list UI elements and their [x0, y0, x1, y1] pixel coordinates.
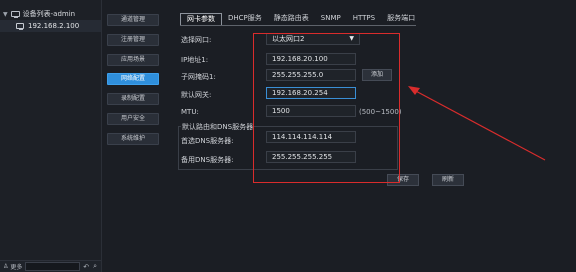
- menu-registration-management[interactable]: 注册管理: [107, 34, 159, 46]
- tab-service-ports[interactable]: 服务端口: [381, 13, 421, 25]
- device-icon: [16, 23, 24, 30]
- tree-search-input[interactable]: [25, 262, 81, 271]
- tab-snmp[interactable]: SNMP: [315, 13, 347, 25]
- network-config-content: 网卡参数 DHCP服务 静态路由表 SNMP HTTPS 服务端口 选择网口: …: [170, 0, 576, 272]
- tab-nic-params[interactable]: 网卡参数: [180, 13, 222, 25]
- primary-dns-label: 首选DNS服务器:: [181, 137, 234, 145]
- tab-https[interactable]: HTTPS: [347, 13, 381, 25]
- menu-network-config[interactable]: 网络配置: [107, 73, 159, 85]
- device-tree-root-label: 设备列表-admin: [22, 10, 76, 18]
- expand-caret-icon[interactable]: ▼: [3, 11, 8, 18]
- device-tree-panel: ▼ 设备列表-admin 192.168.2.100 ♙ 更多 ↶ ⌕: [0, 0, 102, 272]
- menu-application-scenario[interactable]: 应用场景: [107, 54, 159, 66]
- menu-system-maintenance[interactable]: 系统维护: [107, 133, 159, 145]
- device-tree-item[interactable]: 192.168.2.100: [0, 20, 101, 32]
- annotation-highlight-box: [253, 33, 400, 183]
- back-icon[interactable]: ↶: [83, 263, 89, 271]
- person-icon: ♙: [3, 263, 9, 270]
- dns-group-title: 默认路由和DNS服务器: [181, 123, 255, 131]
- refresh-button[interactable]: 刷新: [432, 174, 464, 186]
- device-tree-root[interactable]: ▼ 设备列表-admin: [3, 9, 75, 19]
- config-menu: 通道管理 注册管理 应用场景 网络配置 录制配置 用户安全 系统维护: [103, 0, 165, 272]
- tree-bottom-bar: ♙ 更多 ↶ ⌕: [0, 260, 101, 272]
- menu-channel-management[interactable]: 通道管理: [107, 14, 159, 26]
- ip-label: IP地址1:: [181, 56, 209, 64]
- gateway-label: 默认网关:: [181, 91, 212, 99]
- tab-divider: [180, 25, 416, 26]
- more-label[interactable]: 更多: [10, 262, 22, 271]
- search-icon[interactable]: ⌕: [93, 262, 97, 271]
- tab-bar: 网卡参数 DHCP服务 静态路由表 SNMP HTTPS 服务端口: [180, 13, 421, 25]
- mtu-label: MTU:: [181, 108, 199, 116]
- device-group-icon: [10, 11, 20, 18]
- tab-dhcp-service[interactable]: DHCP服务: [222, 13, 268, 25]
- subnet-mask-label: 子网掩码1:: [181, 73, 216, 81]
- secondary-dns-label: 备用DNS服务器:: [181, 156, 234, 164]
- app-window: ▼ 设备列表-admin 192.168.2.100 ♙ 更多 ↶ ⌕ 通道管理…: [0, 0, 576, 272]
- select-nic-label: 选择网口:: [181, 36, 212, 44]
- device-ip-label: 192.168.2.100: [28, 22, 80, 30]
- menu-user-security[interactable]: 用户安全: [107, 113, 159, 125]
- tab-static-routes[interactable]: 静态路由表: [268, 13, 315, 25]
- menu-recording-config[interactable]: 录制配置: [107, 93, 159, 105]
